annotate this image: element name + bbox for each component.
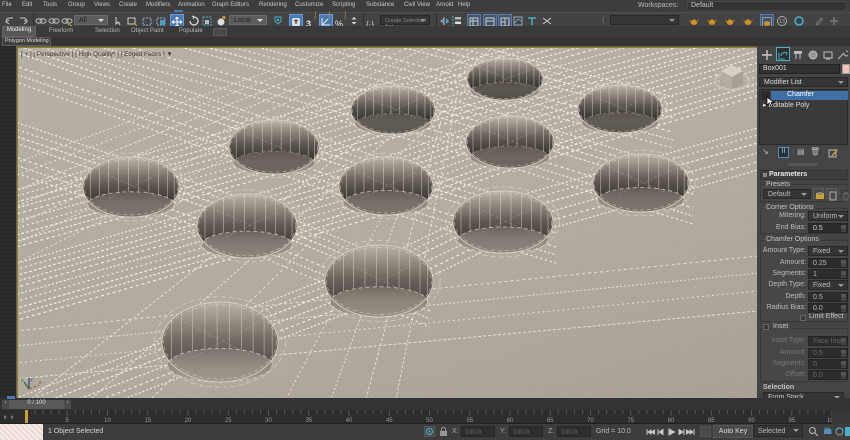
svg-text:[ + ] [ Perspective ] [ High Q: [ + ] [ Perspective ] [ High Quality* ] … <box>21 51 173 58</box>
svg-text:13: 13 <box>779 19 785 25</box>
